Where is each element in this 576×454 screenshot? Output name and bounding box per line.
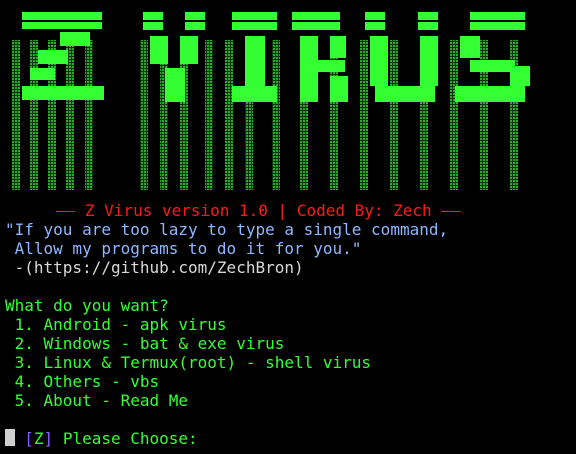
- version-line: —— Z Virus version 1.0 | Coded By: Zech …: [56, 201, 461, 220]
- quote-line-2: Allow my programs to do it for you.": [5, 239, 362, 258]
- z-virus-ascii-banner: [12, 12, 530, 190]
- quote-line-1: "If you are too lazy to type a single co…: [5, 220, 449, 239]
- prompt-close-bracket: ]: [43, 429, 54, 448]
- menu-prompt: What do you want?: [5, 296, 169, 315]
- menu-item-about[interactable]: 5. About - Read Me: [5, 391, 188, 410]
- text-cursor[interactable]: [5, 429, 15, 446]
- prompt-open-bracket: [: [24, 429, 34, 448]
- choose-prompt-line: [Z] Please Choose:: [5, 410, 198, 448]
- menu-item-others[interactable]: 4. Others - vbs: [5, 372, 160, 391]
- menu-item-android[interactable]: 1. Android - apk virus: [5, 315, 227, 334]
- menu-item-windows[interactable]: 2. Windows - bat & exe virus: [5, 334, 285, 353]
- github-link[interactable]: -(https://github.com/ZechBron): [5, 258, 304, 277]
- prompt-tag: Z: [33, 429, 44, 448]
- menu-item-linux[interactable]: 3. Linux & Termux(root) - shell virus: [5, 353, 371, 372]
- choose-prompt: Please Choose:: [53, 429, 198, 448]
